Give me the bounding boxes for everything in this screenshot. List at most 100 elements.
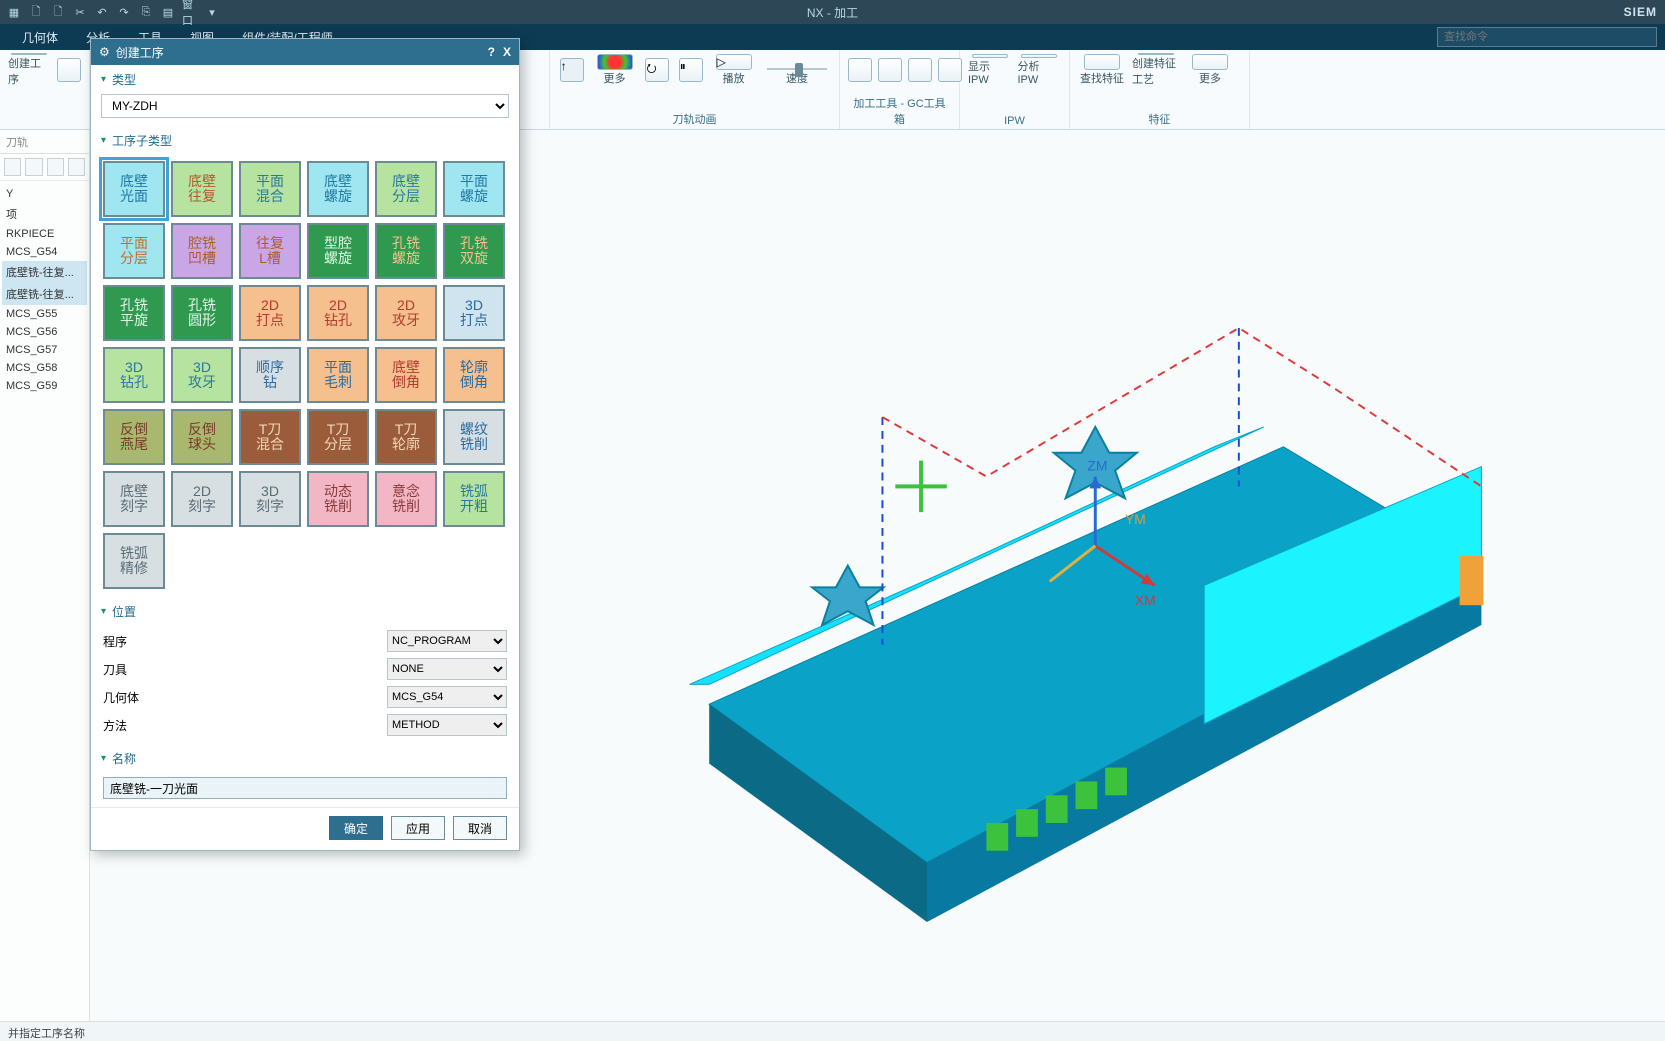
qa-icon-2[interactable]: 🗋 <box>28 4 44 20</box>
operation-subtype-cell[interactable]: T刀 混合 <box>239 409 301 465</box>
dialog-help-icon[interactable]: ? <box>488 45 495 59</box>
qa-window-menu[interactable]: 窗口 <box>182 4 198 20</box>
tool-select[interactable]: NONE <box>387 658 507 680</box>
playback-prev-icon[interactable]: ⭮ <box>644 54 671 86</box>
operation-subtype-cell[interactable]: 3D 攻牙 <box>171 347 233 403</box>
operation-subtype-cell[interactable]: 2D 刻字 <box>171 471 233 527</box>
tree-node[interactable]: MCS_G57 <box>2 341 87 359</box>
playback-play-button[interactable]: ▷播放 <box>710 54 757 86</box>
gc-ic-3[interactable] <box>908 54 932 86</box>
operation-subtype-cell[interactable]: 意念 铣削 <box>375 471 437 527</box>
method-select[interactable]: METHOD <box>387 714 507 736</box>
tree-node[interactable]: MCS_G58 <box>2 359 87 377</box>
panel-tool-3[interactable] <box>47 158 64 176</box>
operation-subtype-cell[interactable]: 2D 打点 <box>239 285 301 341</box>
command-finder-input[interactable] <box>1437 27 1657 47</box>
operation-subtype-cell[interactable]: 往复 L槽 <box>239 223 301 279</box>
gc-ic-4[interactable] <box>938 54 962 86</box>
cancel-button[interactable]: 取消 <box>453 816 507 840</box>
operation-subtype-cell[interactable]: 3D 刻字 <box>239 471 301 527</box>
operation-subtype-cell[interactable]: 平面 混合 <box>239 161 301 217</box>
operation-subtype-cell[interactable]: T刀 轮廓 <box>375 409 437 465</box>
tree-node[interactable]: RKPIECE <box>2 225 87 243</box>
operation-subtype-cell[interactable]: 轮廓 倒角 <box>443 347 505 403</box>
operation-subtype-cell[interactable]: 反倒 球头 <box>171 409 233 465</box>
tree-node[interactable]: MCS_G54 <box>2 243 87 261</box>
operation-subtype-cell[interactable]: 腔铣 凹槽 <box>171 223 233 279</box>
operation-subtype-cell[interactable]: 反倒 燕尾 <box>103 409 165 465</box>
ribbon-arrow-up-icon[interactable]: ↑ <box>558 54 585 86</box>
section-type-header[interactable]: 类型 <box>91 65 519 94</box>
gc-ic-2[interactable] <box>878 54 902 86</box>
operation-subtype-cell[interactable]: 3D 钻孔 <box>103 347 165 403</box>
geometry-select[interactable]: MCS_G54 <box>387 686 507 708</box>
qa-icon-3[interactable]: 🗋 <box>50 4 66 20</box>
operation-subtype-cell[interactable]: 型腔 螺旋 <box>307 223 369 279</box>
gc-ic-1[interactable] <box>848 54 872 86</box>
dialog-buttons: 确定 应用 取消 <box>91 807 519 850</box>
panel-tool-1[interactable] <box>4 158 21 176</box>
tree-node[interactable]: MCS_G55 <box>2 305 87 323</box>
qa-icon-4[interactable]: ✂ <box>72 4 88 20</box>
feature-more-button[interactable]: 更多 <box>1186 54 1234 86</box>
tree-node[interactable]: MCS_G56 <box>2 323 87 341</box>
operation-subtype-cell[interactable]: 孔铣 双旋 <box>443 223 505 279</box>
qa-icon-5[interactable]: ↶ <box>94 4 110 20</box>
create-feature-process-button[interactable]: 创建特征工艺 <box>1132 54 1180 86</box>
tree-node[interactable]: 底壁铣-往复... <box>2 283 87 305</box>
qa-icon-1[interactable]: ▦ <box>6 4 22 20</box>
operation-subtype-cell[interactable]: 平面 毛刺 <box>307 347 369 403</box>
operation-subtype-cell[interactable]: 底壁 分层 <box>375 161 437 217</box>
apply-button[interactable]: 应用 <box>391 816 445 840</box>
qa-dropdown-icon[interactable]: ▾ <box>204 4 220 20</box>
speed-slider[interactable]: 速度 <box>763 54 831 86</box>
operation-subtype-cell[interactable]: 平面 螺旋 <box>443 161 505 217</box>
tree-node[interactable]: Y <box>2 185 87 203</box>
tree-node[interactable]: 底壁铣-往复... <box>2 261 87 283</box>
qa-icon-7[interactable]: ⎘ <box>138 4 154 20</box>
operation-subtype-cell[interactable]: 孔铣 螺旋 <box>375 223 437 279</box>
ok-button[interactable]: 确定 <box>329 816 383 840</box>
brand-logo: SIEM <box>1624 5 1657 19</box>
section-location-header[interactable]: 位置 <box>91 597 519 626</box>
operation-subtype-cell[interactable]: 孔铣 平旋 <box>103 285 165 341</box>
operation-subtype-cell[interactable]: 底壁 倒角 <box>375 347 437 403</box>
qa-icon-6[interactable]: ↷ <box>116 4 132 20</box>
operation-subtype-cell[interactable]: 铣弧 开粗 <box>443 471 505 527</box>
tree-node[interactable]: 项 <box>2 203 87 225</box>
dialog-close-icon[interactable]: X <box>503 45 511 59</box>
panel-tool-2[interactable] <box>25 158 42 176</box>
operation-subtype-cell[interactable]: 平面 分层 <box>103 223 165 279</box>
operation-subtype-cell[interactable]: 2D 钻孔 <box>307 285 369 341</box>
type-select[interactable]: MY-ZDH <box>101 94 509 118</box>
dialog-titlebar[interactable]: ⚙ 创建工序 ? X <box>91 39 519 65</box>
operation-subtype-cell[interactable]: 铣弧 精修 <box>103 533 165 589</box>
qa-icon-8[interactable]: ▤ <box>160 4 176 20</box>
operation-subtype-cell[interactable]: 孔铣 圆形 <box>171 285 233 341</box>
operation-subtype-cell[interactable]: 3D 打点 <box>443 285 505 341</box>
find-feature-button[interactable]: 查找特征 <box>1078 54 1126 86</box>
ribbon-ic-2[interactable] <box>56 54 81 86</box>
section-name-header[interactable]: 名称 <box>91 744 519 773</box>
operation-subtype-cell[interactable]: 底壁 往复 <box>171 161 233 217</box>
create-operation-button[interactable]: 创建工序 <box>8 54 50 86</box>
operation-subtype-cell[interactable]: 底壁 光面 <box>103 161 165 217</box>
playback-pause-icon[interactable]: ⏸ <box>677 54 704 86</box>
operation-subtype-cell[interactable]: 螺纹 铣削 <box>443 409 505 465</box>
analyze-ipw-button[interactable]: 分析 IPW <box>1018 54 1062 86</box>
section-subtype-header[interactable]: 工序子类型 <box>91 126 519 155</box>
operation-subtype-cell[interactable]: 动态 铣削 <box>307 471 369 527</box>
show-ipw-button[interactable]: 显示 IPW <box>968 54 1012 86</box>
operation-subtype-cell[interactable]: 底壁 螺旋 <box>307 161 369 217</box>
operation-subtype-cell[interactable]: T刀 分层 <box>307 409 369 465</box>
program-select[interactable]: NC_PROGRAM <box>387 630 507 652</box>
panel-tool-4[interactable] <box>68 158 85 176</box>
operation-subtype-cell[interactable]: 2D 攻牙 <box>375 285 437 341</box>
operation-subtype-cell[interactable]: 顺序 钻 <box>239 347 301 403</box>
type-combo[interactable]: MY-ZDH <box>101 94 509 118</box>
menu-geometry[interactable]: 几何体 <box>8 24 72 50</box>
tree-node[interactable]: MCS_G59 <box>2 377 87 395</box>
ribbon-more-anim[interactable]: 更多 <box>591 54 638 86</box>
operation-subtype-cell[interactable]: 底壁 刻字 <box>103 471 165 527</box>
operation-name-input[interactable] <box>103 777 507 799</box>
